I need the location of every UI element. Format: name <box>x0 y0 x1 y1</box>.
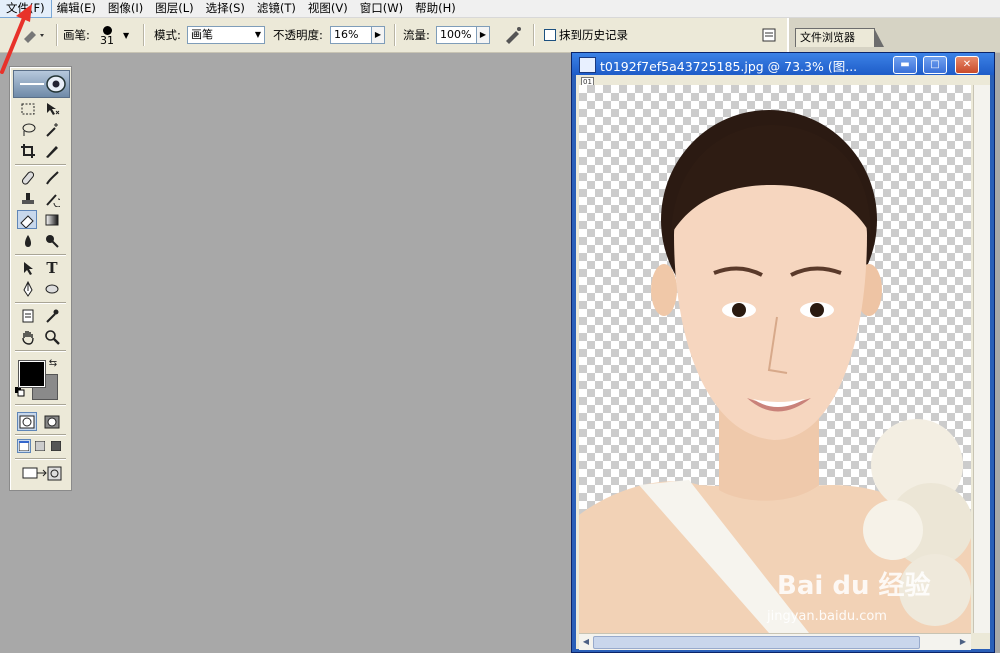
brush-picker[interactable]: 31 <box>100 18 114 52</box>
pen-tool-icon[interactable] <box>18 279 38 298</box>
standard-screen-mode-icon[interactable] <box>17 439 31 453</box>
portrait-photo <box>579 110 971 633</box>
document-title: t0192f7ef5a43725185.jpg @ 73.3% (图... <box>600 59 858 74</box>
lasso-tool-icon[interactable] <box>18 120 38 139</box>
document-icon <box>579 57 596 73</box>
horizontal-scrollbar[interactable]: ◀ ▶ <box>579 633 971 650</box>
type-tool-icon[interactable]: T <box>42 258 62 277</box>
gradient-tool-icon[interactable] <box>42 210 62 229</box>
scroll-left-icon[interactable]: ◀ <box>580 636 592 648</box>
brush-dropdown-icon[interactable]: ▼ <box>123 31 129 40</box>
marquee-tool-icon[interactable] <box>18 99 38 118</box>
menu-bar: 文件(F) 编辑(E) 图像(I) 图层(L) 选择(S) 滤镜(T) 视图(V… <box>0 0 1000 18</box>
mode-value: 画笔 <box>191 28 213 41</box>
flow-label: 流量: <box>403 28 430 42</box>
close-button[interactable]: ✕ <box>955 56 979 74</box>
menu-select[interactable]: 选择(S) <box>200 0 251 17</box>
red-arrow-annotation <box>0 4 32 74</box>
flow-value: 100% <box>440 28 472 41</box>
flow-slider-button[interactable]: ▶ <box>477 26 490 44</box>
airbrush-icon <box>506 27 521 44</box>
hand-tool-icon[interactable] <box>18 327 38 346</box>
palette-well: 文件浏览器 <box>787 18 1000 52</box>
menu-help[interactable]: 帮助(H) <box>409 0 462 17</box>
minimize-button[interactable]: ▬ <box>893 56 917 74</box>
notes-tool-icon[interactable] <box>18 306 38 325</box>
mode-label: 模式: <box>154 28 181 42</box>
mode-select[interactable]: 画笔 ▼ <box>187 26 265 44</box>
flow-input[interactable]: 100% <box>436 26 477 44</box>
opacity-slider-button[interactable]: ▶ <box>372 26 385 44</box>
default-colors-icon[interactable] <box>15 387 25 397</box>
horizontal-scroll-thumb[interactable] <box>593 636 920 649</box>
ellipse-tool-icon[interactable] <box>42 279 62 298</box>
jump-to-imageready-icon[interactable] <box>18 463 66 483</box>
vertical-scrollbar[interactable] <box>973 85 990 633</box>
eyedropper-tool-icon[interactable] <box>42 306 62 325</box>
tab-file-browser-label: 文件浏览器 <box>800 31 855 44</box>
erase-history-option[interactable]: 抹到历史记录 <box>544 18 628 52</box>
toolbox-header-logo[interactable] <box>13 70 70 98</box>
menu-window[interactable]: 窗口(W) <box>354 0 409 17</box>
palette-toggle-button[interactable] <box>761 18 777 52</box>
watermark-brand: Bai du 经验 <box>777 571 931 601</box>
palette-icon <box>762 28 776 42</box>
slice-tool-icon[interactable] <box>42 141 62 160</box>
opacity-label: 不透明度: <box>273 28 323 42</box>
path-selection-tool-icon[interactable] <box>18 258 38 277</box>
menu-filter[interactable]: 滤镜(T) <box>251 0 302 17</box>
swap-colors-icon[interactable]: ⇆ <box>47 357 59 369</box>
healing-brush-tool-icon[interactable] <box>18 168 38 187</box>
chevron-down-icon: ▼ <box>254 30 261 39</box>
magic-wand-tool-icon[interactable] <box>42 120 62 139</box>
toolbox: T ⇆ <box>9 66 72 491</box>
menu-view[interactable]: 视图(V) <box>302 0 354 17</box>
quick-mask-mode-icon[interactable] <box>42 412 62 431</box>
brush-size: 31 <box>100 33 114 47</box>
zoom-tool-icon[interactable] <box>42 327 62 346</box>
menu-layer[interactable]: 图层(L) <box>149 0 199 17</box>
image-canvas[interactable]: Bai du 经验 jingyan.baidu.com <box>579 85 971 633</box>
brush-tool-icon[interactable] <box>42 168 62 187</box>
crop-tool-icon[interactable] <box>18 141 38 160</box>
eraser-tool-icon[interactable] <box>17 210 37 229</box>
scroll-right-icon[interactable]: ▶ <box>957 636 969 648</box>
eye-logo-icon <box>20 75 66 93</box>
document-body: 01 Bai du 经验 jingyan.baidu.com ◀ ▶ <box>576 75 990 650</box>
document-title-bar[interactable]: t0192f7ef5a43725185.jpg @ 73.3% (图... ▬ … <box>572 53 994 75</box>
history-brush-tool-icon[interactable] <box>42 189 62 208</box>
tab-file-browser[interactable]: 文件浏览器 <box>795 28 884 47</box>
menu-image[interactable]: 图像(I) <box>102 0 149 17</box>
clone-stamp-tool-icon[interactable] <box>18 189 38 208</box>
brush-label: 画笔: <box>63 28 90 42</box>
dodge-tool-icon[interactable] <box>42 231 62 250</box>
document-window[interactable]: t0192f7ef5a43725185.jpg @ 73.3% (图... ▬ … <box>571 52 995 653</box>
foreground-color-swatch[interactable] <box>18 360 46 388</box>
opacity-value: 16% <box>334 28 359 41</box>
full-screen-menu-mode-icon[interactable] <box>34 439 46 453</box>
erase-history-label: 抹到历史记录 <box>559 28 628 42</box>
blur-tool-icon[interactable] <box>18 231 38 250</box>
move-tool-icon[interactable] <box>42 99 62 118</box>
watermark-url: jingyan.baidu.com <box>767 609 887 624</box>
menu-edit[interactable]: 编辑(E) <box>51 0 102 17</box>
maximize-button[interactable]: □ <box>923 56 947 74</box>
airbrush-button[interactable] <box>503 18 523 52</box>
opacity-input[interactable]: 16% <box>330 26 372 44</box>
standard-mode-icon[interactable] <box>17 412 37 431</box>
erase-history-checkbox[interactable] <box>544 29 556 41</box>
full-screen-mode-icon[interactable] <box>50 439 62 453</box>
